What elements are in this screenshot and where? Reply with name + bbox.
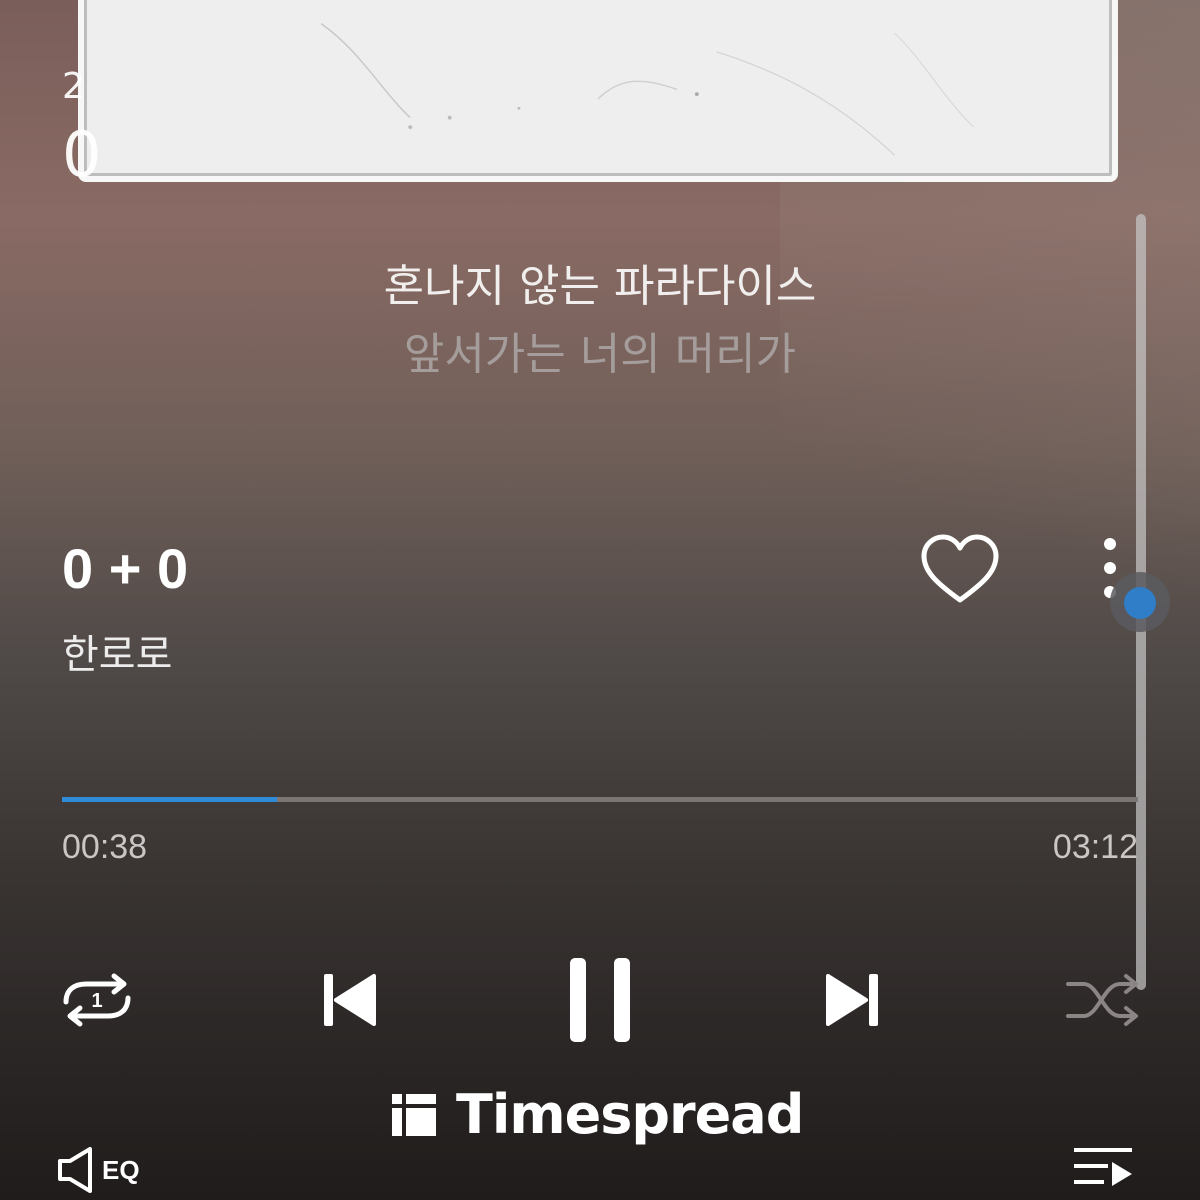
pause-icon	[570, 958, 630, 1042]
eq-label: EQ	[102, 1154, 140, 1185]
lyric-current-line[interactable]: 혼나지 않는 파라다이스	[0, 250, 1200, 314]
playlist-button[interactable]	[1072, 1144, 1134, 1194]
repeat-badge: 1	[91, 990, 102, 1012]
playlist-icon	[1074, 1148, 1132, 1186]
seek-bar[interactable]	[62, 797, 1138, 802]
skip-next-icon	[826, 974, 878, 1026]
skip-previous-icon	[324, 974, 376, 1026]
shuffle-button[interactable]	[1064, 972, 1142, 1028]
status-small-text: 2	[62, 66, 85, 107]
seek-bar-progress	[62, 797, 278, 802]
brand-name: Timespread	[456, 1082, 804, 1146]
album-art-texture	[320, 23, 974, 156]
brand-logo-icon	[392, 1094, 436, 1136]
next-track-button[interactable]	[824, 970, 882, 1030]
previous-track-button[interactable]	[320, 970, 378, 1030]
song-title: 0 + 0	[62, 537, 189, 600]
repeat-button[interactable]: 1	[56, 972, 138, 1028]
heart-icon	[921, 534, 999, 603]
eq-button[interactable]: EQ	[54, 1144, 140, 1196]
status-big-text: 0	[62, 118, 102, 191]
total-time: 03:12	[1052, 828, 1138, 866]
album-art	[78, 0, 1118, 182]
like-button[interactable]	[918, 532, 1002, 606]
artist-name[interactable]: 한로로	[62, 622, 172, 680]
elapsed-time: 00:38	[62, 828, 148, 866]
brand-watermark: Timespread	[390, 1082, 804, 1146]
repeat-one-icon: 1	[63, 973, 131, 1027]
lyrics-scrollbar-thumb[interactable]	[1124, 587, 1156, 619]
speaker-icon	[58, 1147, 92, 1193]
shuffle-icon	[1066, 974, 1138, 1026]
lyric-next-line[interactable]: 앞서가는 너의 머리가	[0, 318, 1200, 382]
pause-button[interactable]	[566, 956, 634, 1044]
